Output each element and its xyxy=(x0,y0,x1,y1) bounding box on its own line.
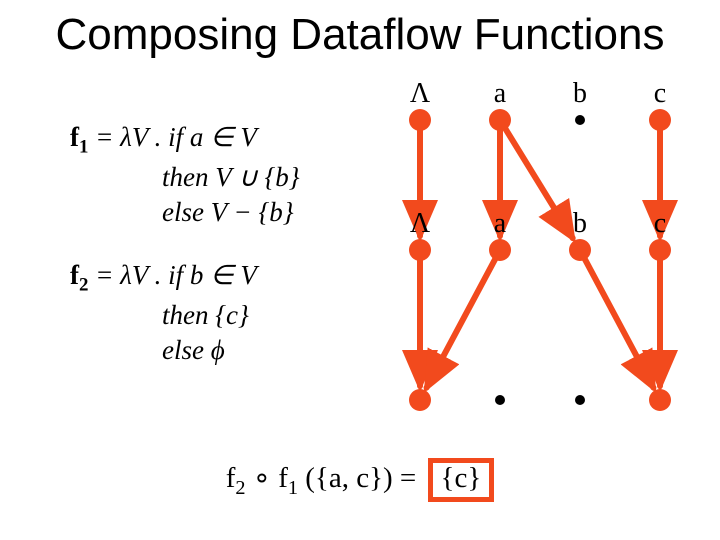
f2-line1: f2 = λV . if b ∈ V xyxy=(70,258,300,298)
node-black xyxy=(575,115,585,125)
f1-then: then V ∪ {b} xyxy=(70,160,300,195)
f2-else: else ϕ xyxy=(70,333,300,368)
node-red xyxy=(489,239,511,261)
lattice-graph: Λa b c Λa b c xyxy=(390,80,710,460)
col-label-r0-1: a xyxy=(494,78,507,109)
flow-arrow xyxy=(427,255,498,387)
f2-subscript: 2 xyxy=(235,477,245,499)
node-black xyxy=(575,395,585,405)
f1-eq: = λV . if a ∈ V xyxy=(88,122,256,152)
f2-then: then {c} xyxy=(70,298,300,333)
args-text: ({a, c}) = xyxy=(298,462,424,494)
f2-symbol: f xyxy=(226,462,236,494)
node-red xyxy=(649,239,671,261)
node-red xyxy=(649,389,671,411)
node-red xyxy=(489,109,511,131)
node-red xyxy=(569,239,591,261)
slide-title: Composing Dataflow Functions xyxy=(0,10,720,60)
col-label-r1-1: a xyxy=(494,208,507,239)
f1-subscript: 1 xyxy=(288,477,298,499)
col-label-r1-2: b xyxy=(573,208,587,239)
f1-else: else V − {b} xyxy=(70,195,300,230)
col-label-r0-0: Λ xyxy=(410,78,431,109)
f2-name: f xyxy=(70,260,79,290)
f1-name: f xyxy=(70,122,79,152)
node-red xyxy=(649,109,671,131)
col-label-r0-3: c xyxy=(654,78,666,109)
composed-result: f2 ∘ f1 ({a, c}) = {c} xyxy=(0,458,720,502)
col-label-r1-3: c xyxy=(654,208,666,239)
node-red xyxy=(409,239,431,261)
node-black xyxy=(495,395,505,405)
f2-eq: = λV . if b ∈ V xyxy=(88,260,256,290)
col-label-r1-0: Λ xyxy=(410,208,431,239)
col-label-r0-2: b xyxy=(573,78,587,109)
node-red xyxy=(409,109,431,131)
f1-symbol: f xyxy=(278,462,288,494)
node-red xyxy=(409,389,431,411)
formula-block: f1 = λV . if a ∈ V then V ∪ {b} else V −… xyxy=(70,120,300,368)
f1-line1: f1 = λV . if a ∈ V xyxy=(70,120,300,160)
flow-arrow xyxy=(503,125,573,238)
result-box: {c} xyxy=(428,458,495,502)
flow-arrow xyxy=(583,255,654,387)
compose-op: ∘ xyxy=(246,462,279,494)
